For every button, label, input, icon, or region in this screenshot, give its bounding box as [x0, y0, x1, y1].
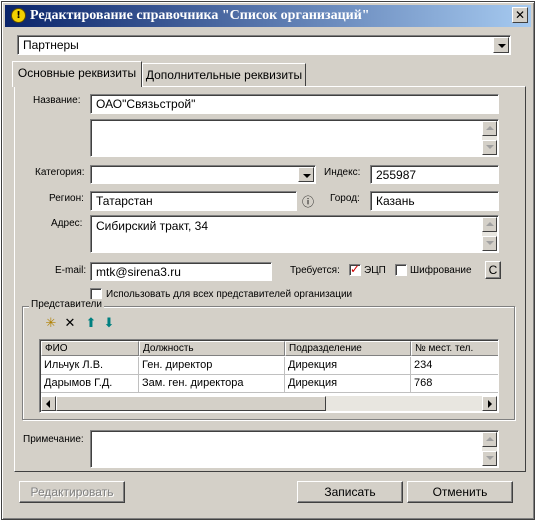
scroll-thumb[interactable] — [56, 396, 326, 411]
table-cell[interactable]: Ильчук Л.В. — [41, 357, 139, 375]
edit-button[interactable]: Редактировать — [19, 481, 125, 503]
ecp-label: ЭЦП — [364, 265, 386, 276]
scroll-down-icon[interactable] — [482, 236, 497, 251]
email-field[interactable]: mtk@sirena3.ru — [90, 262, 272, 281]
table-cell[interactable]: Зам. ген. директора — [139, 375, 285, 393]
add-icon[interactable]: ✳ — [43, 316, 59, 332]
name-extra-scrollbar[interactable] — [482, 121, 497, 155]
scroll-down-icon[interactable] — [482, 451, 497, 466]
table-cell[interactable]: Дирекция — [285, 357, 411, 375]
table-cell[interactable]: Ген. директор — [139, 357, 285, 375]
email-label: E-mail: — [55, 265, 87, 276]
info-circle-icon[interactable]: ⓘ — [300, 194, 316, 210]
note-field[interactable] — [90, 430, 499, 468]
column-header-phone[interactable]: № мест. тел. — [411, 341, 498, 356]
arrow-down-icon[interactable]: ⬇ — [101, 316, 117, 332]
note-label: Примечание: — [23, 434, 84, 445]
tab-main-details[interactable]: Основные реквизиты — [12, 61, 142, 87]
index-field[interactable]: 255987 — [370, 165, 499, 184]
address-scrollbar[interactable] — [482, 217, 497, 251]
city-label: Город: — [330, 193, 360, 204]
column-header-department[interactable]: Подразделение — [285, 341, 411, 356]
scroll-left-icon[interactable] — [41, 396, 56, 411]
column-header-position[interactable]: Должность — [139, 341, 285, 356]
note-scrollbar[interactable] — [482, 432, 497, 466]
city-value: Казань — [376, 194, 415, 208]
scroll-down-icon[interactable] — [482, 140, 497, 155]
ecp-checkbox[interactable] — [349, 262, 361, 276]
category-select[interactable] — [90, 165, 316, 184]
directory-select[interactable]: Партнеры — [17, 35, 511, 55]
horizontal-scrollbar[interactable] — [41, 396, 497, 411]
city-field[interactable]: Казань — [370, 191, 499, 211]
dialog-window: ! Редактирование справочника "Список орг… — [1, 1, 535, 520]
table-cell[interactable]: Дирекция — [285, 375, 411, 393]
window-title: Редактирование справочника "Список орган… — [30, 8, 370, 23]
region-label: Регион: — [49, 193, 84, 204]
email-value: mtk@sirena3.ru — [96, 265, 181, 279]
encryption-checkbox[interactable] — [395, 264, 407, 276]
column-header-fio[interactable]: ФИО — [41, 341, 139, 356]
name-field[interactable]: ОАО"Связьстрой" — [90, 94, 499, 114]
arrow-up-icon[interactable]: ⬆ — [83, 316, 99, 332]
address-value: Сибирский тракт, 34 — [96, 219, 209, 233]
chevron-down-icon[interactable] — [493, 37, 509, 53]
table-cell[interactable]: 234 — [411, 357, 498, 375]
cancel-button[interactable]: Отменить — [407, 481, 513, 503]
close-button[interactable]: ✕ — [512, 7, 528, 23]
c-button[interactable]: С — [485, 261, 501, 279]
region-value: Татарстан — [96, 194, 153, 208]
scroll-right-icon[interactable] — [482, 396, 497, 411]
name-label: Название: — [33, 95, 81, 106]
tab-additional-details[interactable]: Дополнительные реквизиты — [142, 63, 306, 87]
scroll-up-icon[interactable] — [482, 217, 497, 232]
table-cell[interactable]: 768 — [411, 375, 498, 393]
scroll-up-icon[interactable] — [482, 432, 497, 447]
name-field-value: ОАО"Связьстрой" — [96, 97, 196, 111]
use-for-all-label: Использовать для всех представителей орг… — [106, 289, 353, 300]
table-cell[interactable]: Дарымов Г.Д. — [41, 375, 139, 393]
save-button[interactable]: Записать — [297, 481, 403, 503]
representatives-group-label: Представители — [29, 299, 104, 310]
region-field[interactable]: Татарстан — [90, 191, 297, 211]
title-bar[interactable]: ! Редактирование справочника "Список орг… — [5, 5, 531, 27]
name-extra-field[interactable] — [90, 119, 499, 157]
requires-label: Требуется: — [290, 265, 340, 276]
address-label: Адрес: — [51, 218, 83, 229]
representatives-table[interactable]: ФИО Должность Подразделение № мест. тел.… — [39, 339, 499, 413]
tab-panel: Название: ОАО"Связьстрой" Категория: Инд… — [14, 86, 526, 472]
index-value: 255987 — [376, 168, 417, 182]
category-label: Категория: — [35, 167, 85, 178]
chevron-down-icon[interactable] — [298, 167, 314, 182]
address-field[interactable]: Сибирский тракт, 34 — [90, 215, 499, 253]
info-icon: ! — [11, 8, 26, 23]
directory-select-value: Партнеры — [23, 38, 79, 52]
encryption-label: Шифрование — [410, 265, 472, 276]
delete-icon[interactable]: ✕ — [62, 316, 78, 332]
scroll-up-icon[interactable] — [482, 121, 497, 136]
index-label: Индекс: — [324, 167, 361, 178]
